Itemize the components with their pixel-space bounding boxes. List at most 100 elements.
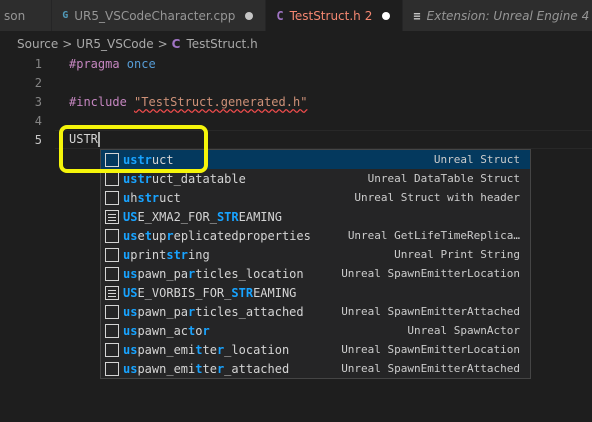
- suggestion-item[interactable]: uhstruct Unreal Struct with header: [101, 188, 530, 207]
- code-line[interactable]: 2: [0, 73, 592, 92]
- line-number: 5: [34, 132, 42, 147]
- breadcrumb-item-folder[interactable]: UR5_VSCode: [76, 37, 153, 51]
- match-highlight: us: [123, 361, 138, 376]
- annotation-highlight-box: [59, 125, 208, 173]
- tab-teststruct[interactable]: C TestStruct.h 2: [266, 0, 404, 31]
- include-string: "TestStruct.generated.h": [134, 94, 308, 109]
- suggestion-label: usetupreplicatedproperties: [123, 229, 311, 243]
- match-highlight: us: [123, 342, 138, 357]
- label-text: o: [195, 323, 203, 338]
- label-text: pawn_emi: [137, 361, 196, 376]
- code-line[interactable]: 3 #include "TestStruct.generated.h": [0, 92, 592, 111]
- snippet-icon: [105, 228, 119, 243]
- match-highlight: STR: [216, 209, 239, 224]
- suggestion-label: USE_VORBIS_FOR_STREAMING: [123, 286, 296, 300]
- label-text: _attached: [224, 361, 290, 376]
- match-highlight: str: [137, 190, 160, 205]
- suggestion-item[interactable]: uspawn_emitter_location Unreal SpawnEmitt…: [101, 340, 530, 359]
- label-text: EAMING: [253, 285, 297, 300]
- suggestion-label: uspawn_emitter_location: [123, 343, 289, 357]
- line-number: 2: [34, 75, 42, 90]
- tab-json[interactable]: son: [0, 0, 53, 31]
- suggestion-item[interactable]: uspawn_actor Unreal SpawnActor: [101, 321, 530, 340]
- extension-preview-icon: ≡: [413, 8, 421, 23]
- include-directive: #include: [69, 94, 127, 109]
- suggestion-item[interactable]: uspawn_emitter_attached Unreal SpawnEmitt…: [101, 359, 530, 378]
- tab-cpp-file[interactable]: G UR5_VSCodeCharacter.cpp: [52, 0, 267, 31]
- suggestion-item[interactable]: usetupreplicatedproperties Unreal GetLife…: [101, 226, 530, 245]
- match-highlight: us: [123, 228, 138, 243]
- code-line[interactable]: 1 #pragma once: [0, 54, 592, 73]
- label-text: EAMING: [238, 209, 282, 224]
- pragma-once-keyword: once: [119, 56, 156, 71]
- match-highlight: r: [166, 228, 174, 243]
- snippet-icon: [105, 171, 119, 186]
- match-highlight: US: [123, 285, 138, 300]
- label-text: uct: [159, 190, 181, 205]
- suggestion-detail: Unreal Struct: [433, 153, 520, 166]
- suggestion-detail: Unreal GetLifeTimeReplica…: [347, 229, 520, 242]
- label-text: ing: [188, 247, 210, 262]
- tab-label: TestStruct.h: [289, 8, 361, 23]
- label-text: pawn_emi: [137, 342, 196, 357]
- line-number: 4: [34, 113, 42, 128]
- header-file-icon: C: [171, 37, 181, 51]
- tab-label: Extension: Unreal Engine 4 S: [426, 8, 592, 23]
- code-text: #pragma once: [69, 57, 156, 71]
- match-highlight: ustr: [123, 171, 152, 186]
- snippet-icon: [105, 323, 119, 338]
- label-text: pawn_pa: [137, 304, 189, 319]
- breadcrumb-separator: >: [62, 37, 73, 51]
- suggestion-detail: Unreal Struct with header: [354, 191, 520, 204]
- suggestion-label: uprintstring: [123, 248, 210, 262]
- suggestion-label: uspawn_particles_location: [123, 267, 304, 281]
- autocomplete-suggestions[interactable]: ustruct Unreal Struct ustruct_datatable Unr…: [100, 149, 531, 379]
- label-text: te: [202, 361, 217, 376]
- suggestion-label: uhstruct: [123, 191, 181, 205]
- suggestion-label: uspawn_actor: [123, 324, 210, 338]
- unsaved-dot-icon[interactable]: [382, 11, 391, 20]
- suggestion-item[interactable]: USE_VORBIS_FOR_STREAMING: [101, 283, 530, 302]
- breadcrumb-item-source[interactable]: Source: [17, 37, 58, 51]
- label-text: ticles_attached: [195, 304, 304, 319]
- label-text: uct_datatable: [151, 171, 246, 186]
- snippet-icon: [105, 266, 119, 281]
- tab-label: UR5_VSCodeCharacter.cpp: [74, 8, 236, 23]
- suggestion-detail: Unreal SpawnEmitterAttached: [341, 362, 520, 375]
- suggestion-detail: Unreal DataTable Struct: [367, 172, 520, 185]
- snippet-icon: [105, 247, 119, 262]
- suggestion-item[interactable]: uspawn_particles_location Unreal SpawnEmi…: [101, 264, 530, 283]
- suggestion-label: USE_XMA2_FOR_STREAMING: [123, 210, 282, 224]
- unsaved-dot-icon[interactable]: [245, 11, 254, 20]
- label-text: print: [130, 247, 167, 262]
- tab-bar: son G UR5_VSCodeCharacter.cpp C TestStru…: [0, 0, 592, 31]
- tab-extension[interactable]: ≡ Extension: Unreal Engine 4 S: [403, 0, 592, 31]
- breadcrumb-item-file[interactable]: TestStruct.h: [186, 37, 257, 51]
- match-highlight: us: [123, 266, 138, 281]
- match-highlight: us: [123, 304, 138, 319]
- line-number: 1: [34, 56, 42, 71]
- match-highlight: us: [123, 323, 138, 338]
- label-text: up: [151, 228, 167, 243]
- label-text: E_VORBIS_FOR_: [137, 285, 232, 300]
- snippet-icon: [105, 190, 119, 205]
- match-highlight: t: [144, 228, 152, 243]
- label-text: ticles_location: [195, 266, 304, 281]
- label-text: _location: [224, 342, 290, 357]
- suggestion-item[interactable]: uspawn_particles_attached Unreal SpawnEmi…: [101, 302, 530, 321]
- suggestion-item[interactable]: uprintstring Unreal Print String: [101, 245, 530, 264]
- snippet-icon: [105, 304, 119, 319]
- suggestion-item[interactable]: USE_XMA2_FOR_STREAMING: [101, 207, 530, 226]
- breadcrumb: Source > UR5_VSCode > C TestStruct.h: [0, 33, 592, 55]
- text-symbol-icon: [105, 209, 119, 224]
- pragma-directive: #pragma: [69, 56, 120, 71]
- code-text: #include "TestStruct.generated.h": [69, 95, 307, 109]
- suggestion-detail: Unreal SpawnEmitterLocation: [341, 343, 520, 356]
- label-text: e: [137, 228, 145, 243]
- snippet-icon: [105, 361, 119, 376]
- text-symbol-icon: [105, 285, 119, 300]
- label-text: E_XMA2_FOR_: [137, 209, 217, 224]
- line-number: 3: [34, 94, 42, 109]
- snippet-icon: [105, 342, 119, 357]
- match-highlight: US: [123, 209, 138, 224]
